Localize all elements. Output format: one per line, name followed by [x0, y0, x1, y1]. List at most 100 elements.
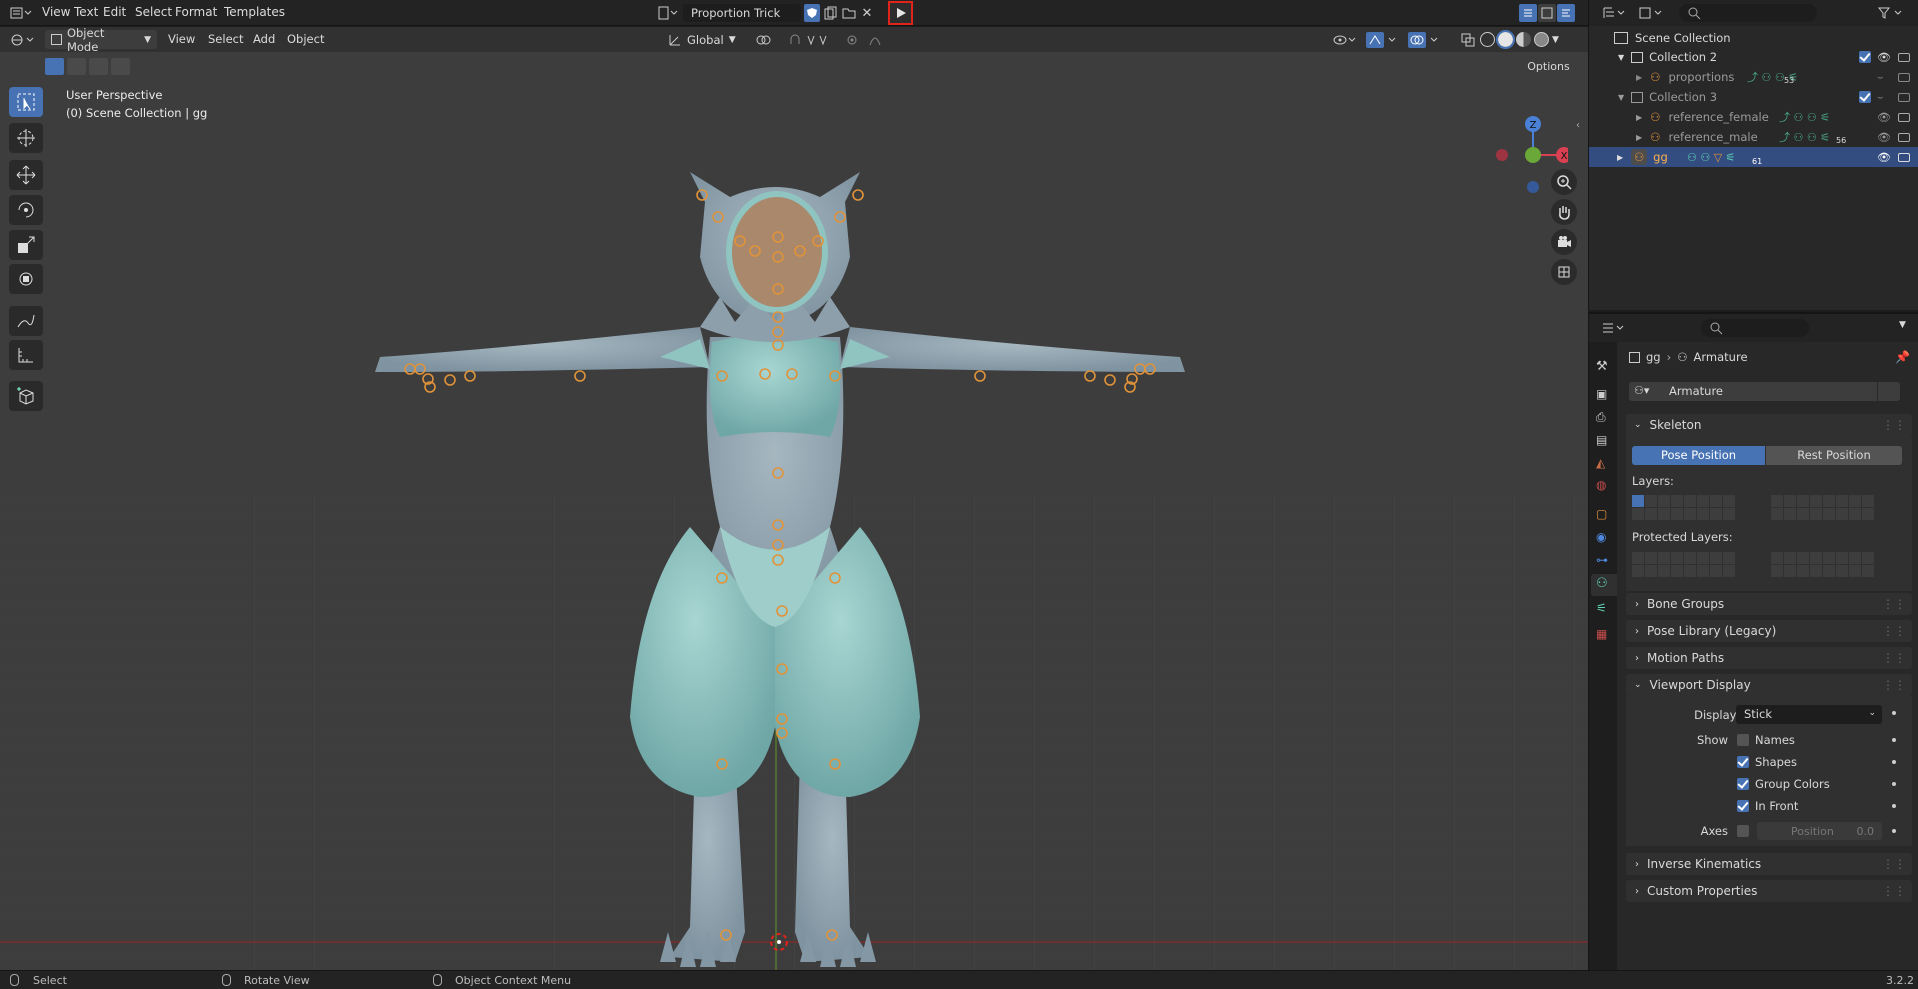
keyframe-dot-icon[interactable]: [1892, 804, 1896, 808]
bone-groups-panel-header[interactable]: › Bone Groups ⋮⋮: [1626, 593, 1912, 615]
outliner-row-gg[interactable]: ▶ ⚇ gg ⚇ ⚇ ▽ ⚟ 61 👁: [1589, 147, 1918, 167]
camera-icon[interactable]: [1898, 72, 1910, 82]
collapse-arrow-icon[interactable]: ‹: [1576, 120, 1580, 131]
material-shading-icon[interactable]: [1516, 32, 1531, 47]
world-tab-icon[interactable]: ◍: [1596, 478, 1606, 492]
axes-checkbox[interactable]: [1737, 825, 1749, 837]
drag-handle-icon[interactable]: ⋮⋮: [1882, 678, 1906, 692]
camera-icon[interactable]: [1898, 112, 1910, 122]
menu-format[interactable]: Format: [175, 5, 217, 19]
eye-icon[interactable]: 👁: [1877, 111, 1891, 124]
chevron-down-icon[interactable]: ▼: [1552, 35, 1559, 45]
menu-select[interactable]: Select: [135, 5, 172, 19]
chevron-down-icon[interactable]: ▼: [1899, 320, 1906, 330]
menu-view[interactable]: View: [42, 5, 70, 19]
mode-dropdown[interactable]: Object Mode ▼: [45, 27, 157, 54]
measure-tool[interactable]: [9, 340, 43, 370]
camera-icon[interactable]: [1898, 92, 1910, 102]
constraints-tab-icon[interactable]: ⊶: [1596, 553, 1608, 567]
fake-user-shield-icon[interactable]: [804, 4, 820, 22]
display-as-dropdown[interactable]: Stick ⌄: [1736, 705, 1882, 724]
text-filename-field[interactable]: Proportion Trick: [683, 4, 801, 22]
motion-paths-panel-header[interactable]: › Motion Paths ⋮⋮: [1626, 647, 1912, 669]
transform-orientation-dropdown[interactable]: Global ▼: [668, 30, 744, 49]
skeleton-panel-header[interactable]: ⌄ Skeleton ⋮⋮: [1626, 414, 1912, 436]
eye-closed-icon[interactable]: ⌣: [1877, 92, 1884, 103]
fake-user-shield-icon[interactable]: [1878, 382, 1900, 401]
drag-handle-icon[interactable]: ⋮⋮: [1882, 884, 1906, 898]
menu-text[interactable]: Text: [74, 5, 98, 19]
ortho-grid-icon[interactable]: [1551, 259, 1577, 285]
properties-search-input[interactable]: [1701, 319, 1809, 337]
syntax-highlight-toggle-icon[interactable]: [1557, 4, 1575, 22]
layers-grid-left[interactable]: [1632, 495, 1735, 520]
options-dropdown[interactable]: Options: [1517, 57, 1580, 76]
select-subtract-icon[interactable]: [89, 58, 108, 75]
pin-icon[interactable]: 📌: [1895, 350, 1910, 364]
outliner-row-reference-female[interactable]: ▶ ⚇ reference_female ⤴ ⚇ ⚇ ⚟ 👁: [1589, 107, 1918, 127]
protected-layers-grid-left[interactable]: [1632, 552, 1735, 577]
view-layer-tab-icon[interactable]: ▤: [1596, 433, 1607, 447]
axes-position-field[interactable]: Position 0.0: [1757, 822, 1882, 840]
expand-arrow-icon[interactable]: ▶: [1636, 113, 1642, 122]
pose-position-button[interactable]: Pose Position: [1632, 446, 1765, 465]
vp-menu-object[interactable]: Object: [287, 32, 324, 46]
group-colors-checkbox-row[interactable]: Group Colors: [1737, 777, 1830, 791]
vp-menu-add[interactable]: Add: [253, 32, 275, 46]
drag-handle-icon[interactable]: ⋮⋮: [1882, 857, 1906, 871]
solid-shading-icon[interactable]: [1496, 30, 1515, 49]
expand-arrow-icon[interactable]: ▶: [1636, 73, 1642, 82]
cursor-tool[interactable]: [9, 123, 43, 153]
editor-type-icon[interactable]: [8, 4, 34, 22]
camera-icon[interactable]: [1898, 152, 1910, 162]
pivot-point-icon[interactable]: [752, 30, 782, 49]
drag-handle-icon[interactable]: ⋮⋮: [1882, 418, 1906, 432]
menu-edit[interactable]: Edit: [103, 5, 126, 19]
eye-closed-icon[interactable]: ⌣: [1877, 72, 1884, 83]
close-icon[interactable]: ✕: [858, 4, 876, 22]
tool-tab-icon[interactable]: ⚒: [1596, 359, 1608, 374]
datablock-name-field[interactable]: Armature: [1661, 382, 1877, 401]
vp-menu-view[interactable]: View: [168, 32, 195, 46]
viewport-display-panel-header[interactable]: ⌄ Viewport Display ⋮⋮: [1626, 674, 1912, 696]
outliner-row-collection-2[interactable]: ▼ Collection 2 👁: [1589, 47, 1918, 67]
bone-tab-icon[interactable]: ⚟: [1596, 601, 1607, 615]
shapes-checkbox-row[interactable]: Shapes: [1737, 755, 1797, 769]
expand-arrow-icon[interactable]: ▶: [1617, 153, 1623, 162]
word-wrap-toggle-icon[interactable]: [1538, 4, 1556, 22]
outliner-row-proportions[interactable]: ▶ ⚇ proportions ⤴ ⚇ ⚇ ⚟ 53 ⌣: [1589, 67, 1918, 87]
armature-data-tab-icon[interactable]: ⚇: [1591, 574, 1617, 596]
inverse-kinematics-panel-header[interactable]: › Inverse Kinematics ⋮⋮: [1626, 853, 1912, 875]
display-mode-icon[interactable]: [1637, 4, 1667, 22]
keyframe-dot-icon[interactable]: [1892, 760, 1896, 764]
overlays-toggle-icon[interactable]: [1406, 30, 1442, 49]
physics-tab-icon[interactable]: ◉: [1596, 530, 1606, 544]
outliner-search-input[interactable]: [1679, 4, 1817, 22]
run-script-button[interactable]: [888, 1, 913, 25]
rendered-shading-icon[interactable]: [1534, 32, 1549, 47]
camera-icon[interactable]: [1898, 132, 1910, 142]
keyframe-dot-icon[interactable]: [1892, 711, 1896, 715]
expand-arrow-icon[interactable]: ▶: [1636, 133, 1642, 142]
pan-hand-icon[interactable]: [1551, 199, 1577, 225]
rotate-tool[interactable]: [9, 195, 43, 225]
layers-grid-right[interactable]: [1771, 495, 1874, 520]
visibility-selectability-icon[interactable]: [1330, 30, 1360, 49]
datablock-browse-icon[interactable]: ⚇▾: [1629, 382, 1661, 401]
vp-menu-select[interactable]: Select: [208, 32, 243, 46]
gizmo-toggle-icon[interactable]: [1364, 30, 1400, 49]
3d-viewport[interactable]: Object Mode ▼ View Select Add Object Glo…: [0, 27, 1588, 970]
expand-arrow-icon[interactable]: ▼: [1618, 93, 1624, 102]
zoom-icon[interactable]: [1551, 169, 1577, 195]
line-numbers-toggle-icon[interactable]: [1519, 4, 1537, 22]
keyframe-dot-icon[interactable]: [1892, 738, 1896, 742]
texture-tab-icon[interactable]: ▦: [1596, 627, 1607, 641]
drag-handle-icon[interactable]: ⋮⋮: [1882, 651, 1906, 665]
camera-view-icon[interactable]: [1551, 229, 1577, 255]
filter-icon[interactable]: [1875, 4, 1909, 22]
outliner-row-scene-collection[interactable]: Scene Collection: [1589, 28, 1918, 48]
move-tool[interactable]: [9, 160, 43, 190]
add-cube-tool[interactable]: [9, 381, 43, 411]
rest-position-button[interactable]: Rest Position: [1766, 446, 1902, 465]
in-front-checkbox[interactable]: [1737, 800, 1749, 812]
